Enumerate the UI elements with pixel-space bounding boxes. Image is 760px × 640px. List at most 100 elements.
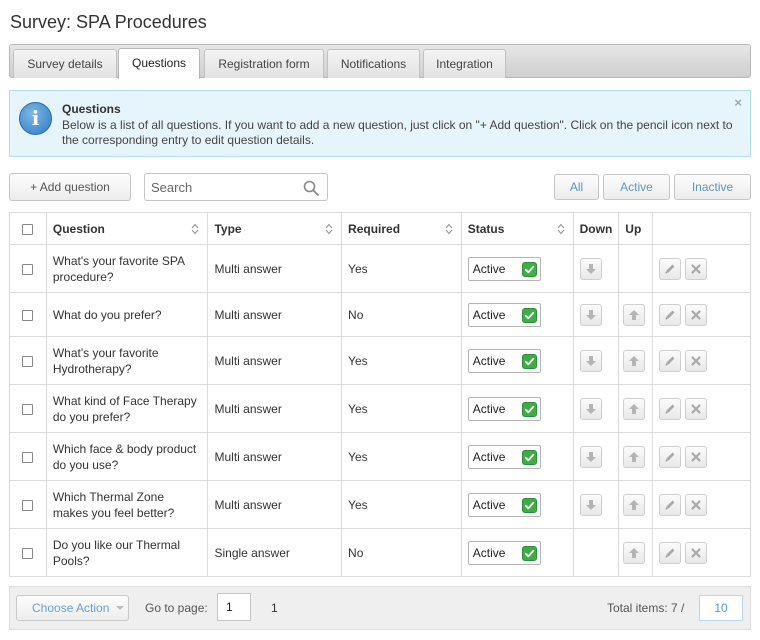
filter-active-button[interactable]: Active	[603, 174, 670, 200]
status-select[interactable]: Active	[467, 302, 541, 327]
check-icon	[521, 401, 537, 417]
required-cell: Yes	[341, 480, 462, 529]
edit-button[interactable]	[659, 541, 682, 564]
edit-button[interactable]	[659, 349, 682, 372]
row-select-cell	[9, 528, 47, 577]
delete-button[interactable]	[684, 257, 707, 280]
actions-cell	[652, 432, 751, 481]
edit-button[interactable]	[659, 493, 682, 516]
up-cell	[618, 528, 654, 577]
status-value: Active	[472, 545, 506, 560]
table-row: Do you like our Thermal Pools? Single ans…	[9, 528, 751, 577]
chevron-down-icon	[116, 606, 124, 610]
status-value: Active	[472, 449, 506, 464]
total-items-label: Total items: 7 /	[607, 601, 685, 615]
delete-button[interactable]	[684, 349, 707, 372]
column-header-required[interactable]: Required	[341, 212, 462, 245]
filter-all-button[interactable]: All	[554, 174, 599, 200]
move-down-button[interactable]	[579, 303, 602, 326]
select-all-checkbox[interactable]	[22, 223, 34, 235]
move-up-button[interactable]	[623, 303, 646, 326]
delete-button[interactable]	[684, 445, 707, 468]
status-cell: Active	[460, 432, 574, 481]
up-cell	[618, 336, 654, 385]
goto-page-input[interactable]	[217, 593, 251, 621]
row-checkbox[interactable]	[22, 547, 34, 559]
table-row: What's your favorite Hydrotherapy? Multi …	[9, 336, 751, 385]
status-select[interactable]: Active	[467, 348, 541, 373]
tab-registration-form[interactable]: Registration form	[204, 49, 324, 78]
row-checkbox[interactable]	[22, 355, 34, 367]
per-page-select[interactable]: 10	[699, 595, 743, 621]
up-cell	[618, 480, 654, 529]
search-box	[144, 173, 328, 201]
move-down-button[interactable]	[579, 397, 602, 420]
delete-button[interactable]	[684, 397, 707, 420]
table-header-row: Question Type Required Status Down Up	[9, 212, 751, 245]
delete-button[interactable]	[684, 541, 707, 564]
add-question-button[interactable]: + Add question	[9, 173, 131, 201]
tab-questions[interactable]: Questions	[118, 48, 200, 79]
search-icon[interactable]	[303, 180, 319, 196]
tab-notifications[interactable]: Notifications	[327, 49, 420, 78]
actions-cell	[652, 528, 751, 577]
move-up-button[interactable]	[623, 349, 646, 372]
required-cell: Yes	[341, 384, 462, 433]
row-checkbox[interactable]	[22, 403, 34, 415]
tab-survey-details[interactable]: Survey details	[13, 49, 117, 78]
check-icon	[521, 497, 537, 513]
status-select[interactable]: Active	[467, 540, 541, 565]
edit-button[interactable]	[659, 445, 682, 468]
search-input[interactable]	[151, 178, 301, 196]
info-box: i Questions Below is a list of all quest…	[9, 90, 751, 157]
tab-integration[interactable]: Integration	[423, 49, 506, 78]
column-header-actions	[652, 212, 751, 245]
page-number[interactable]: 1	[271, 601, 278, 615]
question-cell: Do you like our Thermal Pools?	[45, 528, 209, 577]
edit-button[interactable]	[659, 257, 682, 280]
move-up-button[interactable]	[623, 493, 646, 516]
column-header-question[interactable]: Question	[45, 212, 209, 245]
type-cell: Single answer	[207, 528, 343, 577]
move-down-button[interactable]	[579, 445, 602, 468]
edit-button[interactable]	[659, 303, 682, 326]
row-checkbox[interactable]	[22, 309, 34, 321]
row-select-cell	[9, 292, 47, 337]
row-checkbox[interactable]	[22, 263, 34, 275]
status-select[interactable]: Active	[467, 396, 541, 421]
down-cell	[572, 384, 620, 433]
status-select[interactable]: Active	[467, 444, 541, 469]
move-down-button[interactable]	[579, 493, 602, 516]
move-up-button[interactable]	[623, 445, 646, 468]
move-up-button[interactable]	[623, 541, 646, 564]
edit-button[interactable]	[659, 397, 682, 420]
delete-button[interactable]	[684, 303, 707, 326]
row-select-cell	[9, 384, 47, 433]
info-icon: i	[19, 102, 52, 135]
row-checkbox[interactable]	[22, 499, 34, 511]
type-cell: Multi answer	[207, 336, 343, 385]
column-header-type[interactable]: Type	[207, 212, 343, 245]
status-value: Active	[472, 353, 506, 368]
move-up-button[interactable]	[623, 397, 646, 420]
down-cell	[572, 336, 620, 385]
status-cell: Active	[460, 292, 574, 337]
status-value: Active	[472, 401, 506, 416]
check-icon	[521, 545, 537, 561]
status-select[interactable]: Active	[467, 256, 541, 281]
question-cell: What's your favorite Hydrotherapy?	[45, 336, 209, 385]
sort-icon	[192, 223, 199, 235]
delete-button[interactable]	[684, 493, 707, 516]
move-down-button[interactable]	[579, 257, 602, 280]
move-down-button[interactable]	[579, 349, 602, 372]
column-header-status[interactable]: Status	[460, 212, 574, 245]
info-title: Questions	[62, 102, 121, 116]
row-checkbox[interactable]	[22, 451, 34, 463]
status-select[interactable]: Active	[467, 492, 541, 517]
filter-inactive-button[interactable]: Inactive	[674, 174, 751, 200]
type-cell: Multi answer	[207, 480, 343, 529]
choose-action-dropdown[interactable]: Choose Action	[16, 595, 129, 621]
close-icon[interactable]: ×	[734, 95, 742, 110]
sort-icon	[445, 223, 453, 235]
type-cell: Multi answer	[207, 292, 343, 337]
